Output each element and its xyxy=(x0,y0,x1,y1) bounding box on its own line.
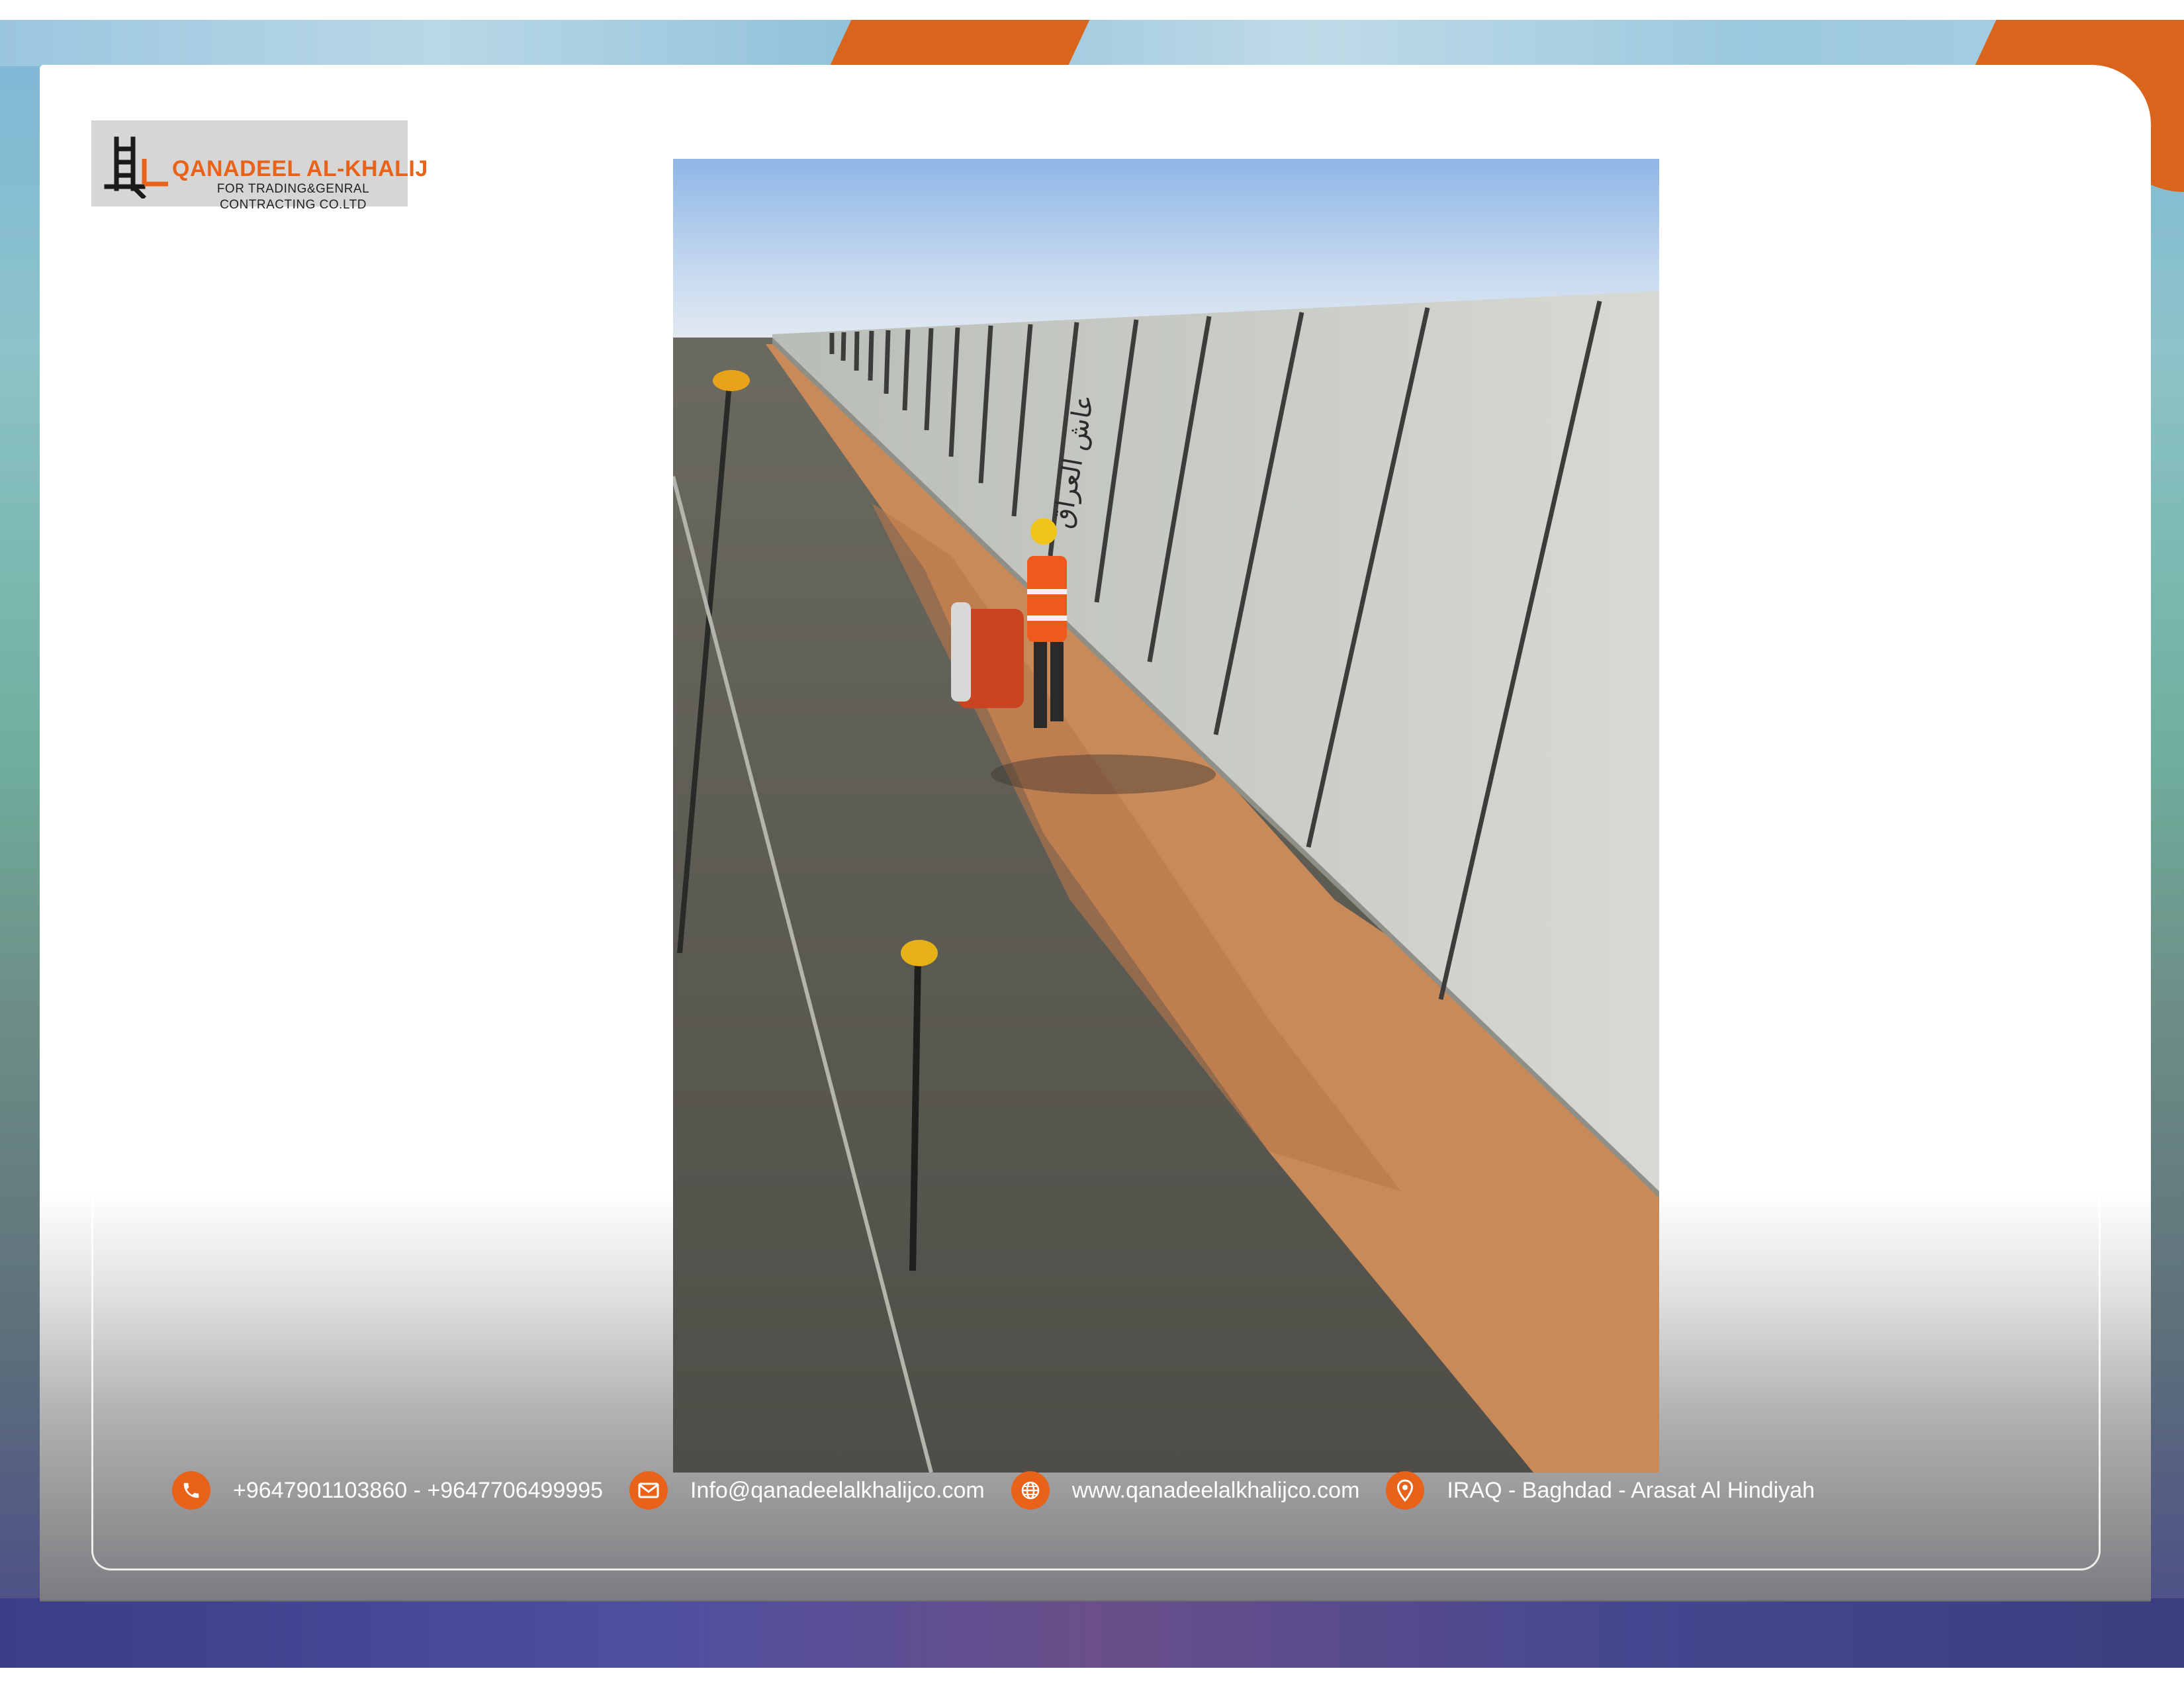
top-orange-band xyxy=(829,20,1090,66)
globe-icon xyxy=(1011,1471,1050,1510)
site-photo: عاش العراق xyxy=(673,159,1659,1473)
company-logo: QANADEEL AL-KHALIJ FOR TRADING&GENRAL CO… xyxy=(91,120,428,212)
top-decorative-stripe xyxy=(0,20,2184,66)
location-pin-icon xyxy=(1386,1471,1425,1510)
phone-icon xyxy=(172,1471,210,1510)
footer-address: IRAQ - Baghdad - Arasat Al Hindiyah xyxy=(1447,1477,1815,1503)
logo-tagline: FOR TRADING&GENRAL CONTRACTING CO.LTD xyxy=(207,181,379,213)
footer-email[interactable]: Info@qanadeelalkhalijco.com xyxy=(690,1478,985,1504)
scaffold-logo-icon xyxy=(104,136,168,199)
logo-tagline-line2: CONTRACTING CO.LTD xyxy=(220,198,367,212)
site-photo-drawing: عاش العراق xyxy=(673,159,1659,1473)
mail-icon xyxy=(629,1471,668,1510)
logo-tagline-line1: FOR TRADING&GENRAL xyxy=(216,182,370,196)
footer-website[interactable]: www.qanadeelalkhalijco.com xyxy=(1072,1478,1360,1504)
contact-footer: +9647901103860 - +9647706499995 Info@qan… xyxy=(172,1471,2025,1510)
logo-company-name: QANADEEL AL-KHALIJ xyxy=(172,156,428,181)
footer-phone-numbers[interactable]: +9647901103860 - +9647706499995 xyxy=(233,1478,603,1504)
bottom-decorative-strip xyxy=(0,1598,2184,1668)
